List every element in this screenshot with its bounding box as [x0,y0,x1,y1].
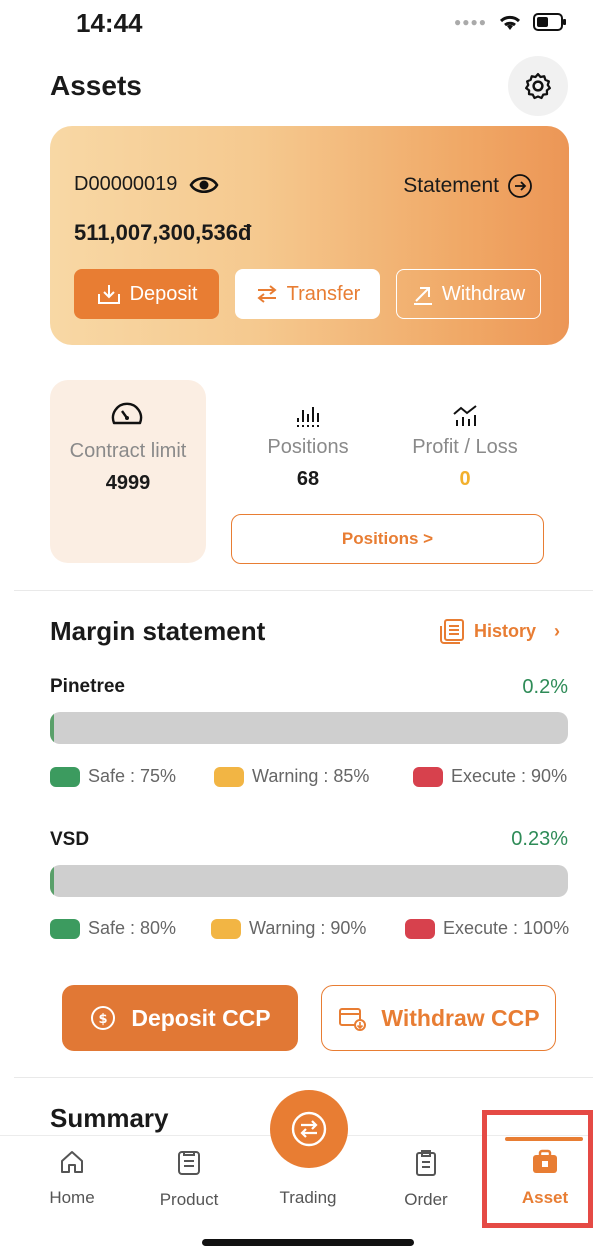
legend-warning: Warning : 85% [214,766,369,787]
profit-loss-label: Profit / Loss [412,436,518,458]
transfer-arrows-icon [257,285,277,303]
legend-safe-label: Safe : 75% [88,766,177,786]
transfer-button[interactable]: Transfer [235,269,380,319]
deposit-ccp-button[interactable]: $ Deposit CCP [62,985,298,1051]
document-list-icon [440,619,464,644]
legend-safe-label: Safe : 80% [88,918,177,938]
tab-label: Product [159,1190,219,1209]
legend-execute: Execute : 90% [413,766,567,787]
page-title: Assets [50,70,142,101]
account-balance: 511,007,300,536đ [74,220,252,245]
tab-home[interactable]: Home [27,1148,117,1208]
positions-label: Positions [267,436,349,458]
wifi-icon [499,15,521,30]
legend-safe: Safe : 80% [50,918,176,939]
dollar-coin-icon: $ [91,1006,116,1030]
account-id-row: D00000019 [74,173,219,196]
legend-execute-label: Execute : 90% [451,766,568,786]
profit-chart-icon [453,405,477,426]
legend-warning: Warning : 90% [211,918,366,939]
tab-label: Home [49,1188,95,1207]
margin-row-pct: 0.23% [511,828,568,850]
tab-label: Trading [279,1188,337,1207]
deposit-label: Deposit [129,282,198,305]
margin-row-name: VSD [50,829,90,850]
transfer-label: Transfer [286,282,361,305]
statement-label: Statement [403,174,499,197]
trading-icon [291,1111,327,1147]
deposit-button[interactable]: Deposit [74,269,219,319]
withdraw-ccp-button[interactable]: Withdraw CCP [321,985,556,1051]
wallet-withdraw-icon [339,1008,367,1031]
legend-warning-label: Warning : 85% [252,766,370,786]
warning-swatch [214,766,244,787]
margin-progress-bar [50,865,568,897]
deposit-ccp-label: Deposit CCP [131,1004,271,1031]
profit-loss-value: 0 [459,468,471,490]
home-indicator [202,1239,414,1246]
withdraw-ccp-label: Withdraw CCP [381,1004,540,1031]
speedometer-icon [111,402,143,425]
positions-button[interactable]: Positions > [231,514,544,564]
legend-warning-label: Warning : 90% [249,918,367,938]
signal-icon: ●●●● [454,15,487,29]
tab-product[interactable]: Product [144,1148,234,1210]
tab-order[interactable]: Order [381,1148,471,1210]
warning-swatch [211,918,241,939]
tab-label: Order [404,1190,448,1209]
product-icon [178,1151,200,1175]
svg-text:$: $ [99,1012,108,1027]
account-id: D00000019 [74,173,178,195]
status-icons: ●●●● [454,12,567,32]
arrow-up-right-icon [413,287,432,305]
summary-title: Summary [50,1103,169,1133]
statement-link[interactable]: Statement [403,173,533,199]
contract-limit-value: 4999 [105,472,151,494]
positions-value: 68 [296,468,320,490]
history-link[interactable]: History › [438,617,560,645]
withdraw-label: Withdraw [441,282,526,305]
execute-swatch [413,766,443,787]
margin-row-name: Pinetree [50,676,125,697]
contract-limit-label: Contract limit [69,440,187,462]
legend-safe: Safe : 75% [50,766,176,787]
section-divider [14,590,593,591]
chevron-right-icon: › [554,620,561,641]
legend-execute: Execute : 100% [405,918,569,939]
withdraw-button[interactable]: Withdraw [396,269,541,319]
arrow-circle-right-icon [508,174,532,198]
legend-execute-label: Execute : 100% [443,918,570,938]
download-tray-icon [97,285,120,304]
eye-icon[interactable] [189,174,219,196]
tab-trading[interactable]: Trading [263,1148,353,1208]
history-label: History [474,620,537,641]
battery-icon [533,13,566,31]
account-card: D00000019 Statement 511,007,300,536đ Dep… [50,126,569,345]
margin-progress-fill [50,712,55,744]
order-icon [416,1150,436,1176]
section-divider [14,1077,593,1078]
status-time: 14:44 [76,8,143,38]
margin-statement-title: Margin statement [50,616,266,646]
positions-bars-icon [297,407,319,427]
gear-icon [525,73,551,100]
margin-progress-fill [50,865,55,897]
highlight-frame [482,1110,593,1228]
settings-button[interactable] [508,56,568,116]
execute-swatch [405,918,435,939]
safe-swatch [50,918,80,939]
margin-progress-bar [50,712,568,744]
safe-swatch [50,766,80,787]
margin-row-pct: 0.2% [522,676,568,698]
home-icon [61,1151,83,1173]
